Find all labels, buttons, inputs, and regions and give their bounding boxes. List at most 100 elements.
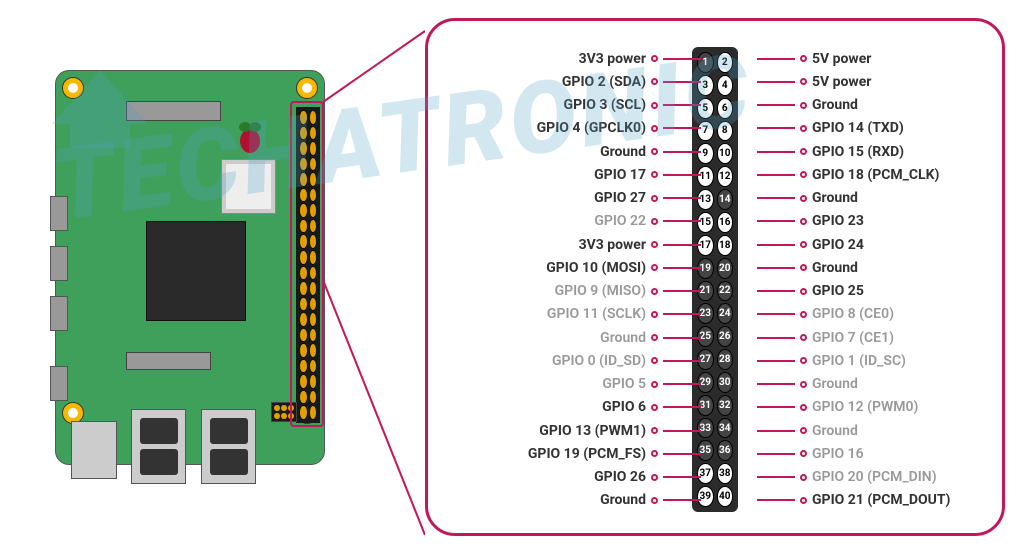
pin-line <box>663 244 701 246</box>
pin-label-left: 3V3 power <box>579 237 646 253</box>
pin-label-right: GPIO 14 (TXD) <box>812 120 904 136</box>
audio-jack-icon <box>50 366 68 401</box>
pin-line <box>663 151 701 153</box>
pin-line <box>757 267 795 269</box>
pin-label-left: GPIO 11 (SCLK) <box>547 306 646 322</box>
soc-chip <box>146 221 246 321</box>
pin-label-right: 5V power <box>812 51 871 67</box>
pin-line <box>663 453 701 455</box>
pin-label-right: GPIO 18 (PCM_CLK) <box>812 167 939 183</box>
pin-line <box>663 81 701 83</box>
mounting-hole <box>296 77 318 99</box>
pin-label-right: Ground <box>812 376 858 392</box>
connection-dot <box>800 125 807 132</box>
pin-label-right: GPIO 21 (PCM_DOUT) <box>812 492 950 508</box>
pin-label-right: GPIO 1 (ID_SC) <box>812 353 906 369</box>
pin-line <box>757 58 795 60</box>
csi-connector <box>126 101 221 121</box>
pin-line <box>757 290 795 292</box>
pin-label-right: Ground <box>812 423 858 439</box>
connection-dot <box>800 357 807 364</box>
connection-dot <box>651 450 658 457</box>
pcb <box>55 70 325 465</box>
pin-line <box>757 174 795 176</box>
pin-line <box>663 290 701 292</box>
pin-label-right: GPIO 25 <box>812 283 864 299</box>
connection-dot <box>800 55 807 62</box>
connection-dot <box>800 218 807 225</box>
pin-label-left: GPIO 10 (MOSI) <box>546 260 646 276</box>
connection-dot <box>800 171 807 178</box>
pin-label-left: GPIO 6 <box>602 399 646 415</box>
mounting-hole <box>62 77 84 99</box>
pin-line <box>757 127 795 129</box>
pin-line <box>663 360 701 362</box>
connection-dot <box>800 264 807 271</box>
pin-label-left: GPIO 27 <box>594 190 646 206</box>
pin-line <box>663 58 701 60</box>
pin-label-left: GPIO 17 <box>594 167 646 183</box>
pin-line <box>757 476 795 478</box>
connection-dot <box>800 102 807 109</box>
connection-dot <box>651 195 658 202</box>
pin-line <box>663 197 701 199</box>
pin-label-right: Ground <box>812 97 858 113</box>
connection-dot <box>800 427 807 434</box>
pin-label-left: Ground <box>600 144 646 160</box>
ethernet-port-icon <box>71 421 117 479</box>
pin-label-right: Ground <box>812 190 858 206</box>
pin-line <box>757 104 795 106</box>
pin-line <box>757 453 795 455</box>
pin-label-left: GPIO 5 <box>602 376 646 392</box>
pin-line <box>757 244 795 246</box>
pin-label-left: GPIO 13 (PWM1) <box>539 423 646 439</box>
pin-line <box>757 337 795 339</box>
connection-dot <box>800 404 807 411</box>
pin-label-right: GPIO 12 (PWM0) <box>812 399 918 415</box>
connection-dot <box>651 218 658 225</box>
connection-dot <box>651 171 658 178</box>
pin-label-right: GPIO 24 <box>812 237 864 253</box>
connection-dot <box>651 381 658 388</box>
pin-label-left: GPIO 22 <box>594 213 646 229</box>
raspberry-logo-icon <box>236 119 264 155</box>
pin-label-left: GPIO 0 (ID_SD) <box>552 353 646 369</box>
connection-dot <box>800 381 807 388</box>
usb-port-icon <box>201 409 256 484</box>
ram-chip <box>221 159 276 214</box>
pin-line <box>663 267 701 269</box>
pin-label-right: Ground <box>812 260 858 276</box>
hdmi-port-icon <box>50 296 68 331</box>
pin-line <box>757 360 795 362</box>
connection-dot <box>800 450 807 457</box>
pin-line <box>663 499 701 501</box>
pin-line <box>757 313 795 315</box>
connection-dot <box>651 102 658 109</box>
pin-line <box>757 220 795 222</box>
pin-label-left: Ground <box>600 330 646 346</box>
pin-line <box>663 476 701 478</box>
pin-line <box>663 174 701 176</box>
connection-dot <box>800 497 807 504</box>
pin-line <box>757 383 795 385</box>
connection-dot <box>800 288 807 295</box>
connection-dot <box>651 288 658 295</box>
connection-dot <box>651 404 658 411</box>
connection-dot <box>651 125 658 132</box>
pin-label-right: 5V power <box>812 74 871 90</box>
connection-dot <box>800 78 807 85</box>
connection-dot <box>651 427 658 434</box>
pin-label-left: 3V3 power <box>579 51 646 67</box>
pin-line <box>663 127 701 129</box>
connection-dot <box>651 241 658 248</box>
connection-dot <box>651 497 658 504</box>
connection-dot <box>651 55 658 62</box>
pin-line <box>757 81 795 83</box>
pin-label-left: GPIO 4 (GPCLK0) <box>537 120 646 136</box>
pin-line <box>663 383 701 385</box>
usb-port-icon <box>131 409 186 484</box>
pin-line <box>757 499 795 501</box>
pin-label-left: GPIO 26 <box>594 469 646 485</box>
pin-label-right: GPIO 23 <box>812 213 864 229</box>
usb-c-power-icon <box>50 196 68 231</box>
